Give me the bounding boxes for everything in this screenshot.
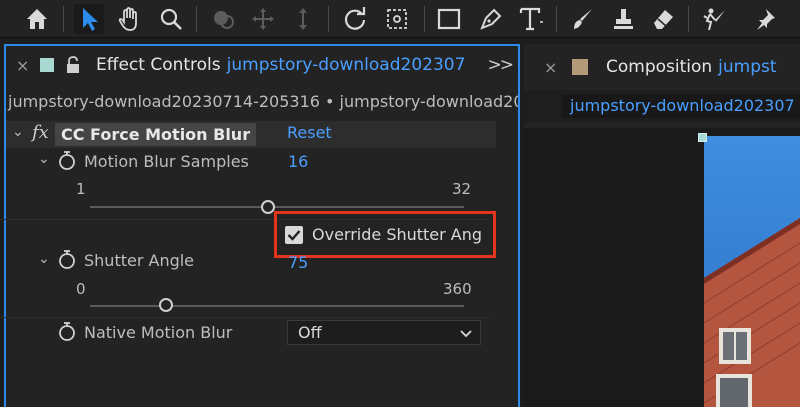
dolly-icon[interactable]: [288, 4, 318, 34]
comp-anchor-handle[interactable]: [698, 133, 707, 142]
slider-handle[interactable]: [159, 298, 173, 312]
shutter-angle-value[interactable]: 75: [288, 253, 308, 272]
selection-icon[interactable]: [74, 4, 104, 34]
pen-icon[interactable]: [476, 4, 506, 34]
toolbar-separator: [556, 6, 557, 32]
effect-name: CC Force Motion Blur: [55, 123, 257, 146]
stopwatch-icon[interactable]: [58, 250, 76, 270]
toolbar-separator: [328, 6, 329, 32]
composition-viewer[interactable]: [524, 128, 800, 407]
stopwatch-icon[interactable]: [58, 322, 76, 342]
footage-frame: [703, 136, 800, 407]
clone-stamp-icon[interactable]: [608, 4, 638, 34]
dropdown-selected-value: Off: [298, 323, 322, 342]
zoom-icon[interactable]: [156, 4, 186, 34]
composition-panel: × Composition jumpst jumpstory-download2…: [524, 44, 800, 407]
fx-toggle-icon[interactable]: fx: [32, 122, 49, 143]
brush-icon[interactable]: [568, 4, 598, 34]
close-tab-button[interactable]: ×: [544, 58, 562, 77]
slider-max-label: 360: [443, 280, 472, 298]
composition-tab[interactable]: × Composition jumpst: [524, 48, 800, 86]
eraser-icon[interactable]: [648, 4, 678, 34]
slider-min-label: 1: [76, 180, 86, 198]
panel-menu-chevron-icon[interactable]: >>: [488, 55, 514, 75]
reset-link[interactable]: Reset: [287, 123, 332, 142]
orbit-icon[interactable]: [208, 4, 238, 34]
lock-icon[interactable]: [66, 56, 80, 74]
motion-blur-samples-value[interactable]: 16: [288, 152, 308, 171]
rectangle-icon[interactable]: [434, 4, 464, 34]
slider-min-label: 0: [76, 280, 86, 298]
shutter-angle-slider[interactable]: [90, 305, 464, 307]
type-icon[interactable]: [516, 4, 546, 34]
anchor-icon[interactable]: [382, 4, 412, 34]
chevron-down-icon: [460, 330, 472, 338]
toolbar-separator: [63, 6, 64, 32]
native-motion-blur-dropdown[interactable]: Off: [287, 320, 481, 345]
tools-toolbar: [0, 0, 800, 38]
tab-title: Composition: [606, 57, 713, 77]
slider-max-label: 32: [452, 180, 472, 198]
hand-icon[interactable]: [114, 4, 144, 34]
close-tab-button[interactable]: ×: [16, 56, 34, 75]
slider-handle[interactable]: [261, 200, 275, 214]
comp-color-swatch: [572, 59, 588, 75]
toolbar-separator: [688, 6, 689, 32]
tab-comp-name[interactable]: jumpst: [718, 57, 776, 77]
effect-header-row[interactable]: ⌄ fx CC Force Motion Blur Reset: [6, 121, 496, 148]
toolbar-separator: [424, 6, 425, 32]
highlight-annotation: [274, 211, 496, 258]
layer-color-swatch: [40, 58, 54, 72]
chevron-down-icon[interactable]: ⌄: [38, 151, 50, 167]
tab-layer-name[interactable]: jumpstory-download202307: [227, 55, 466, 75]
comp-name-tab[interactable]: jumpstory-download202307: [562, 94, 800, 118]
breadcrumb: jumpstory-download20230714-205316 • jump…: [8, 92, 520, 111]
roto-brush-icon[interactable]: [700, 4, 730, 34]
pan-icon[interactable]: [248, 4, 278, 34]
row-divider: [0, 317, 490, 318]
motion-blur-samples-slider[interactable]: [90, 206, 464, 208]
stopwatch-icon[interactable]: [58, 151, 76, 171]
composition-subtab-bar: jumpstory-download202307: [524, 90, 800, 122]
chevron-down-icon[interactable]: ⌄: [12, 124, 24, 140]
property-label: Motion Blur Samples: [84, 152, 249, 171]
property-label: Shutter Angle: [84, 251, 195, 270]
rotate-icon[interactable]: [340, 4, 370, 34]
chevron-down-icon[interactable]: ⌄: [38, 251, 50, 267]
puppet-pin-icon[interactable]: [750, 4, 780, 34]
toolbar-separator: [196, 6, 197, 32]
property-label: Native Motion Blur: [84, 323, 233, 342]
tab-title: Effect Controls: [96, 55, 221, 75]
effect-controls-tab[interactable]: × Effect Controls jumpstory-download2023…: [6, 46, 518, 84]
home-icon[interactable]: [22, 4, 52, 34]
